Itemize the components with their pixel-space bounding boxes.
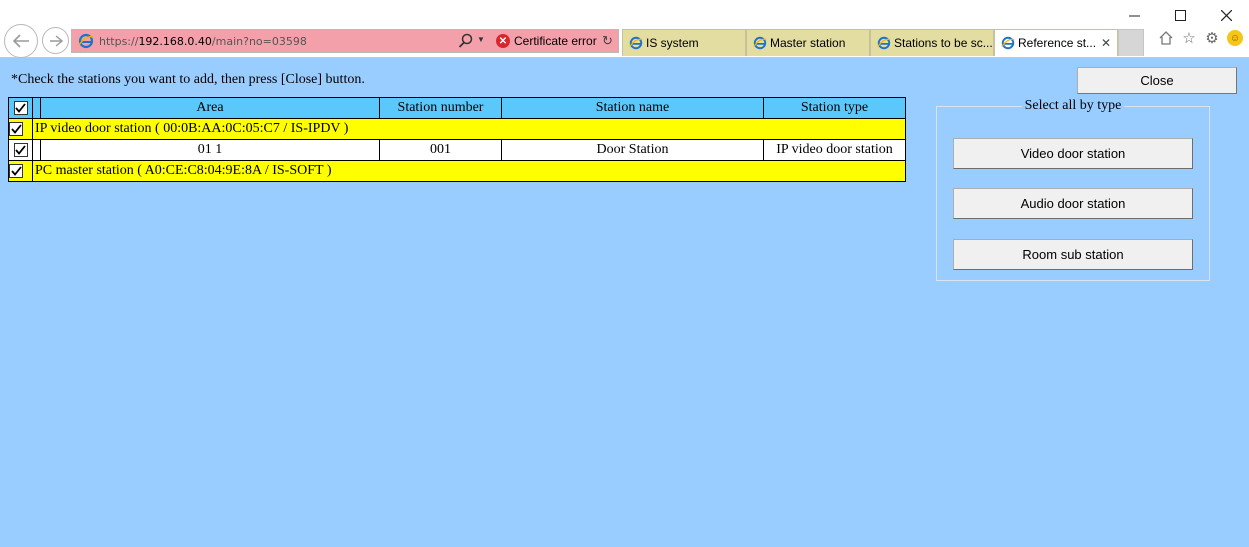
url-text: https://192.168.0.40/main?no=03598 bbox=[99, 34, 307, 48]
audio-door-station-button[interactable]: Audio door station bbox=[953, 188, 1193, 219]
group-checkbox[interactable] bbox=[9, 121, 23, 136]
tab-close-icon[interactable]: ✕ bbox=[1101, 36, 1111, 50]
home-icon[interactable] bbox=[1158, 30, 1174, 46]
search-icon[interactable] bbox=[458, 33, 474, 49]
group-checkbox[interactable] bbox=[9, 163, 23, 178]
stations-table: Area Station number Station name Station… bbox=[8, 97, 906, 182]
column-header-station-number: Station number bbox=[379, 97, 502, 119]
certificate-error-icon[interactable]: ✕ bbox=[496, 34, 510, 48]
cell-station-number: 001 bbox=[379, 139, 502, 161]
tab-label: IS system bbox=[646, 36, 699, 50]
row-checkbox-cell bbox=[8, 139, 33, 161]
browser-toolbar: ☆ ⚙ ☺ bbox=[1158, 30, 1243, 47]
tab-label: Master station bbox=[770, 36, 846, 50]
group-label: IP video door station ( 00:0B:AA:0C:05:C… bbox=[32, 118, 906, 140]
group-checkbox-cell bbox=[8, 118, 33, 140]
window-controls bbox=[1111, 0, 1249, 30]
tab-label: Stations to be sc... bbox=[894, 36, 993, 50]
ie-icon bbox=[629, 36, 643, 50]
new-tab-button[interactable] bbox=[1118, 29, 1144, 56]
header-spacer bbox=[32, 97, 41, 119]
tab-master-station[interactable]: Master station bbox=[746, 29, 870, 56]
minimize-icon[interactable] bbox=[1111, 0, 1157, 30]
group-row-ip-video-door: IP video door station ( 00:0B:AA:0C:05:C… bbox=[8, 118, 906, 140]
forward-arrow-icon[interactable] bbox=[42, 27, 69, 54]
maximize-icon[interactable] bbox=[1157, 0, 1203, 30]
group-label: PC master station ( A0:CE:C8:04:9E:8A / … bbox=[32, 160, 906, 182]
group-row-pc-master: PC master station ( A0:CE:C8:04:9E:8A / … bbox=[8, 160, 906, 182]
table-header-row: Area Station number Station name Station… bbox=[8, 97, 906, 119]
ie-icon bbox=[1001, 36, 1015, 50]
browser-chrome: https://192.168.0.40/main?no=03598 ▼ ✕ C… bbox=[0, 0, 1249, 58]
back-arrow-icon[interactable] bbox=[4, 24, 38, 58]
row-checkbox[interactable] bbox=[13, 142, 28, 157]
chevron-down-icon[interactable]: ▼ bbox=[477, 35, 485, 44]
group-checkbox-cell bbox=[8, 160, 33, 182]
column-header-station-type: Station type bbox=[763, 97, 906, 119]
room-sub-station-button[interactable]: Room sub station bbox=[953, 239, 1193, 270]
row-spacer bbox=[32, 139, 41, 161]
cell-area: 01 1 bbox=[40, 139, 380, 161]
certificate-error-label[interactable]: Certificate error bbox=[514, 34, 597, 48]
refresh-icon[interactable]: ↻ bbox=[602, 33, 613, 49]
ie-icon bbox=[753, 36, 767, 50]
favorites-star-icon[interactable]: ☆ bbox=[1181, 30, 1197, 47]
close-window-icon[interactable] bbox=[1203, 0, 1249, 30]
ie-icon bbox=[78, 33, 94, 49]
table-row: 01 1 001 Door Station IP video door stat… bbox=[8, 139, 906, 161]
column-header-station-name: Station name bbox=[501, 97, 764, 119]
tab-strip: IS system Master station Stations to be … bbox=[622, 29, 1144, 56]
tab-label: Reference st... bbox=[1018, 36, 1097, 50]
select-all-by-type-panel: Select all by type Video door station Au… bbox=[936, 98, 1210, 281]
instruction-text: *Check the stations you want to add, the… bbox=[11, 72, 365, 87]
smiley-feedback-icon[interactable]: ☺ bbox=[1227, 30, 1243, 46]
tab-reference-station[interactable]: Reference st... ✕ bbox=[994, 29, 1118, 56]
settings-gear-icon[interactable]: ⚙ bbox=[1204, 30, 1220, 47]
select-all-checkbox[interactable] bbox=[13, 100, 28, 115]
header-checkbox-cell bbox=[8, 97, 33, 119]
cell-station-type: IP video door station bbox=[763, 139, 906, 161]
ie-icon bbox=[877, 36, 891, 50]
tab-stations-to-be-scanned[interactable]: Stations to be sc... bbox=[870, 29, 994, 56]
select-all-legend: Select all by type bbox=[1024, 98, 1122, 113]
close-button[interactable]: Close bbox=[1077, 67, 1237, 94]
column-header-area: Area bbox=[40, 97, 380, 119]
address-bar[interactable]: https://192.168.0.40/main?no=03598 ▼ ✕ C… bbox=[71, 29, 619, 53]
cell-station-name: Door Station bbox=[501, 139, 764, 161]
tab-is-system[interactable]: IS system bbox=[622, 29, 746, 56]
video-door-station-button[interactable]: Video door station bbox=[953, 138, 1193, 169]
